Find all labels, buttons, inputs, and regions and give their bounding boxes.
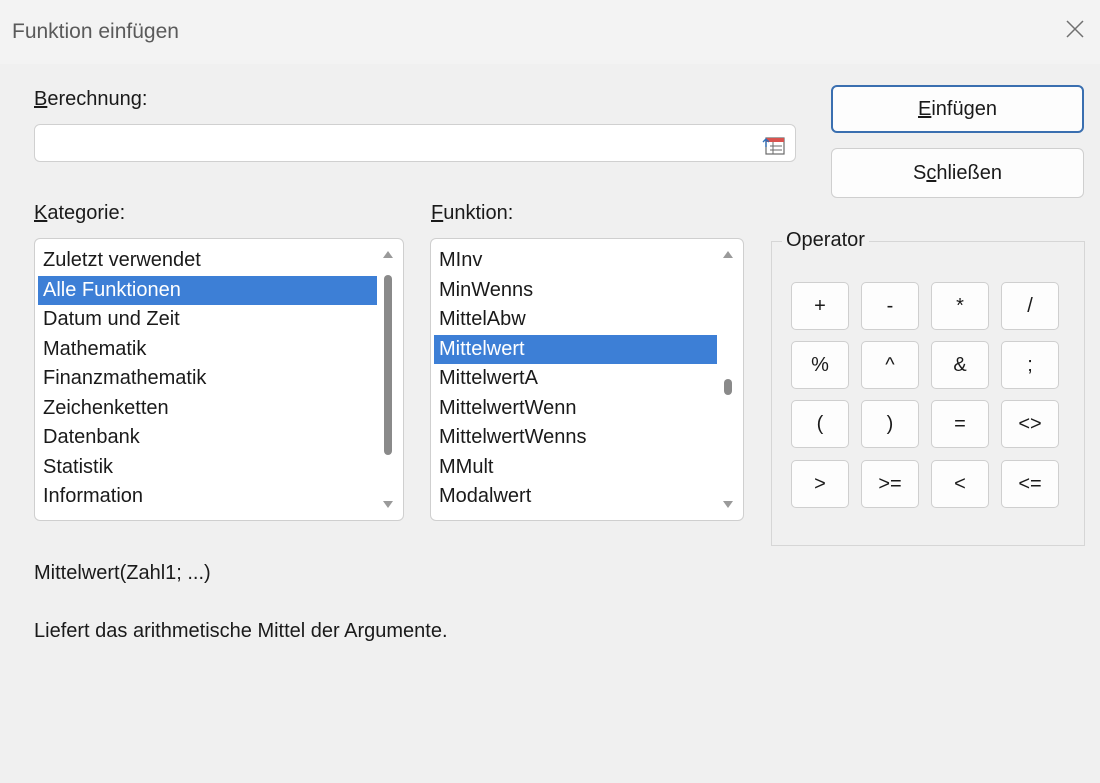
operator-button[interactable]: / [1001, 282, 1059, 330]
category-list-item[interactable]: Zuletzt verwendet [38, 246, 377, 276]
function-list-item[interactable]: MInv [434, 246, 717, 276]
operator-button[interactable]: ) [861, 400, 919, 448]
function-wizard-icon[interactable] [761, 131, 787, 157]
operator-button[interactable]: < [931, 460, 989, 508]
operator-button[interactable]: = [931, 400, 989, 448]
title-bar: Funktion einfügen [0, 0, 1100, 64]
insert-button[interactable]: Einfügen [831, 85, 1084, 133]
close-icon[interactable] [1060, 14, 1090, 44]
formula-input[interactable] [34, 124, 796, 162]
category-items: Zuletzt verwendet Alle Funktionen Datum un… [38, 246, 377, 512]
operator-label: Operator [782, 229, 869, 252]
function-description: Liefert das arithmetische Mittel der Arg… [34, 620, 448, 642]
function-listbox[interactable]: MInv MinWenns MittelAbw Mittelwert Mittelwer… [430, 238, 744, 521]
operator-button[interactable]: ^ [861, 341, 919, 389]
function-list-item[interactable]: MittelwertWenn [434, 394, 717, 424]
function-list-item[interactable]: MittelwertA [434, 364, 717, 394]
operator-button[interactable]: - [861, 282, 919, 330]
operator-button[interactable]: * [931, 282, 989, 330]
function-label: Funktion: [431, 202, 514, 224]
operator-button[interactable]: > [791, 460, 849, 508]
category-list-item[interactable]: Datum und Zeit [38, 305, 377, 335]
scroll-down-icon[interactable] [383, 501, 393, 508]
function-signature: Mittelwert(Zahl1; ...) [34, 562, 211, 584]
operator-button[interactable]: <= [1001, 460, 1059, 508]
function-list-item[interactable]: Mittelwert [434, 334, 717, 364]
function-items: MInv MinWenns MittelAbw Mittelwert Mittelwer… [434, 246, 717, 512]
category-list-item[interactable]: Mathematik [38, 335, 377, 365]
operator-button[interactable]: ( [791, 400, 849, 448]
category-listbox[interactable]: Zuletzt verwendet Alle Funktionen Datum un… [34, 238, 404, 521]
close-button[interactable]: Sc hließen [831, 148, 1084, 198]
scroll-up-icon[interactable] [723, 251, 733, 258]
formula-label: Berechnung: [34, 88, 148, 110]
function-list-item[interactable]: MMult [434, 453, 717, 483]
function-list-item[interactable]: Modalwert [434, 482, 717, 512]
window-title: Funktion einfügen [12, 20, 179, 43]
function-list-item[interactable]: MittelwertWenns [434, 423, 717, 453]
scroll-down-icon[interactable] [723, 501, 733, 508]
category-list-item[interactable]: Statistik [38, 453, 377, 483]
category-list-item[interactable]: Information [38, 482, 377, 512]
operator-button[interactable]: ; [1001, 341, 1059, 389]
operator-button[interactable]: <> [1001, 400, 1059, 448]
scroll-up-icon[interactable] [383, 251, 393, 258]
function-list-item[interactable]: MinWenns [434, 276, 717, 306]
category-list-item[interactable]: Finanzmathematik [38, 364, 377, 394]
operator-button[interactable]: + [791, 282, 849, 330]
category-list-item[interactable]: Zeichenketten [38, 394, 377, 424]
operator-button[interactable]: & [931, 341, 989, 389]
operator-button[interactable]: % [791, 341, 849, 389]
operator-button[interactable]: >= [861, 460, 919, 508]
category-list-item[interactable]: Alle Funktionen [38, 275, 377, 305]
category-list-item[interactable]: Datenbank [38, 423, 377, 453]
function-scrollbar-thumb[interactable] [724, 379, 732, 395]
category-label: Kategorie: [34, 202, 126, 224]
category-scrollbar-thumb[interactable] [384, 275, 392, 455]
function-list-item[interactable]: MittelAbw [434, 305, 717, 335]
